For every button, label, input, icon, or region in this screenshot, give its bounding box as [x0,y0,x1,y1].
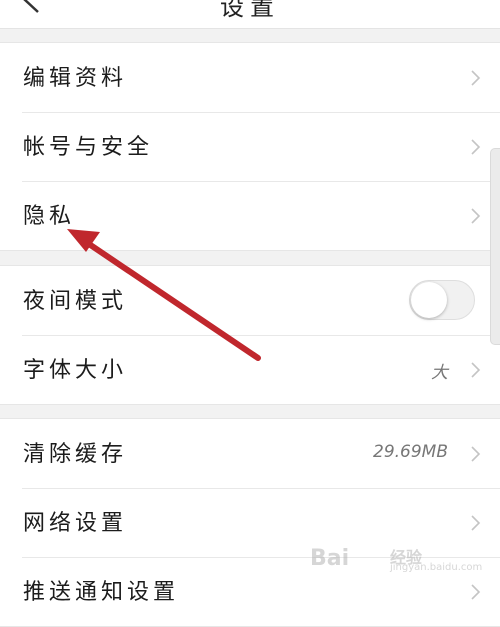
chevron-right-icon [471,70,481,86]
settings-group-display: 夜间模式 字体大小 大 [0,265,500,405]
watermark-logo: Bai 经验 jingyan.baidu.com [306,542,482,578]
settings-row-account-security[interactable]: 帐号与安全 [0,112,500,181]
settings-row-font-size[interactable]: 字体大小 大 [0,335,500,404]
chevron-right-icon [471,139,481,155]
page-title: 设置 [220,0,280,21]
row-label: 夜间模式 [23,289,128,314]
watermark-domain: jingyan.baidu.com [390,562,483,573]
row-label: 清除缓存 [23,442,128,467]
settings-row-night-mode: 夜间模式 [0,266,500,335]
settings-row-clear-cache[interactable]: 清除缓存 29.69MB [0,419,500,488]
row-label: 隐私 [23,204,76,229]
top-bar: 设置 [0,0,500,29]
night-mode-toggle[interactable] [409,280,475,320]
toggle-knob [411,282,447,318]
settings-group-storage: 清除缓存 29.69MB 网络设置 推送通知设置 [0,418,500,627]
settings-row-edit-profile[interactable]: 编辑资料 [0,43,500,112]
row-label: 推送通知设置 [23,580,180,605]
chevron-right-icon [471,362,481,378]
chevron-right-icon [471,515,481,531]
watermark-text: Bai [310,546,350,571]
row-label: 网络设置 [23,511,128,536]
settings-group-account: 编辑资料 帐号与安全 隐私 [0,42,500,251]
row-label: 帐号与安全 [23,135,154,160]
settings-row-privacy[interactable]: 隐私 [0,181,500,250]
row-label: 编辑资料 [23,66,128,91]
edge-scroll-indicator [490,148,500,345]
chevron-right-icon [471,446,481,462]
cache-size-value: 29.69MB [373,442,448,462]
row-label: 字体大小 [23,358,128,383]
font-size-value: 大 [431,363,448,383]
chevron-right-icon [471,584,481,600]
chevron-right-icon [471,208,481,224]
